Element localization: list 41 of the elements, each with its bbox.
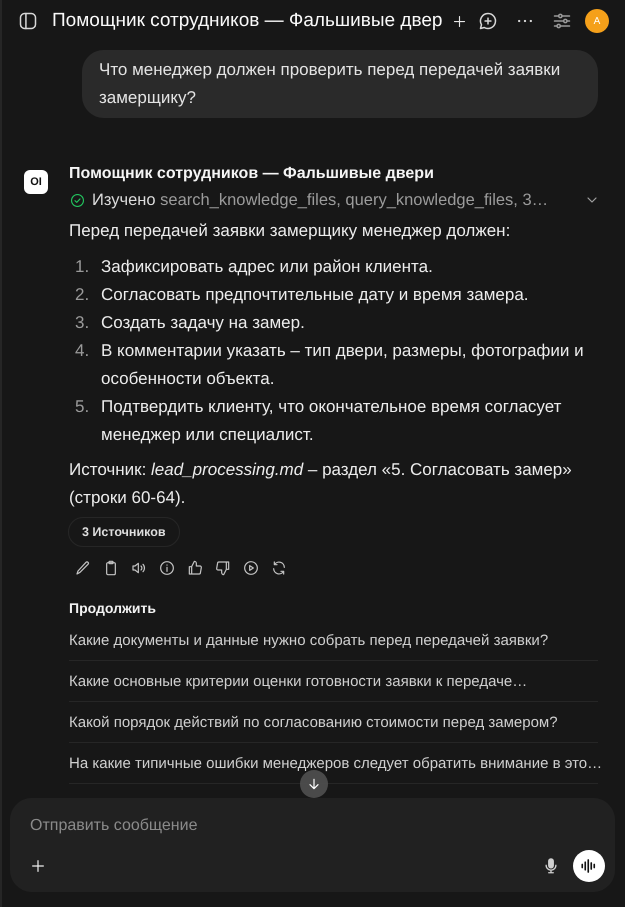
message-input[interactable]: Отправить сообщение [30, 812, 605, 840]
sliders-icon[interactable] [552, 11, 572, 31]
list-number: 1. [74, 256, 90, 278]
thumbs-up-icon[interactable] [187, 560, 203, 576]
voice-mode-button[interactable] [573, 850, 605, 882]
sidebar-icon[interactable] [18, 11, 38, 31]
thumbs-down-icon[interactable] [215, 560, 231, 576]
list-item-text: В комментарии указать – тип двери, размеры, фотографии и особенности объекта. [101, 340, 585, 390]
waveform-icon [580, 857, 598, 875]
list-item-text: Согласовать предпочтительные дату и время замера. [101, 284, 528, 306]
clipboard-icon[interactable] [103, 560, 119, 576]
answer-intro: Перед передачей заявки замерщику менеджер должен: [69, 220, 510, 242]
list-item-text: Подтвердить клиенту, что окончательное время согласует менеджер или специалист. [101, 396, 562, 446]
user-message: Что менеджер должен проверить перед передачей заявки замерщику? [82, 50, 598, 118]
play-icon[interactable] [243, 560, 259, 576]
source-note: Источник: lead_processing.md – раздел «5. Согласовать замер» (строки 60-64). [69, 459, 573, 509]
refresh-icon[interactable] [271, 560, 287, 576]
list-number: 4. [74, 340, 90, 362]
plus-icon[interactable] [452, 14, 467, 28]
follow-up-heading: Продолжить [69, 599, 156, 618]
check-circle-icon [70, 192, 85, 208]
speaker-icon[interactable] [131, 560, 147, 576]
list-number: 3. [74, 312, 90, 334]
sources-button[interactable]: 3 Источников [68, 517, 180, 547]
follow-up-question[interactable]: Какие основные критерии оценки готовности заявки к передаче… [69, 661, 598, 702]
list-item-text: Зафиксировать адрес или район клиента. [101, 256, 433, 278]
chat-plus-icon[interactable] [478, 11, 498, 31]
assistant-name: Помощник сотрудников — Фальшивые двери [69, 164, 434, 184]
scroll-down-button[interactable] [300, 770, 328, 798]
tool-status-toggle[interactable]: Изучено search_knowledge_files, query_knowledge_files, 3… [69, 188, 600, 212]
plus-icon[interactable] [30, 858, 46, 874]
list-item-text: Создать задачу на замер. [101, 312, 305, 334]
list-number: 2. [74, 284, 90, 306]
chat-title: Помощник сотрудников — Фальшивые двер [52, 10, 442, 32]
pencil-icon[interactable] [75, 560, 91, 576]
composer-panel[interactable]: Отправить сообщение [10, 798, 615, 892]
follow-up-question[interactable]: Какие документы и данные нужно собрать перед передачей заявки? [69, 620, 598, 661]
assistant-logo: OI [24, 170, 48, 194]
info-icon[interactable] [159, 560, 175, 576]
follow-up-question[interactable]: Какой порядок действий по согласованию стоимости перед замером? [69, 702, 598, 743]
list-number: 5. [74, 396, 90, 418]
